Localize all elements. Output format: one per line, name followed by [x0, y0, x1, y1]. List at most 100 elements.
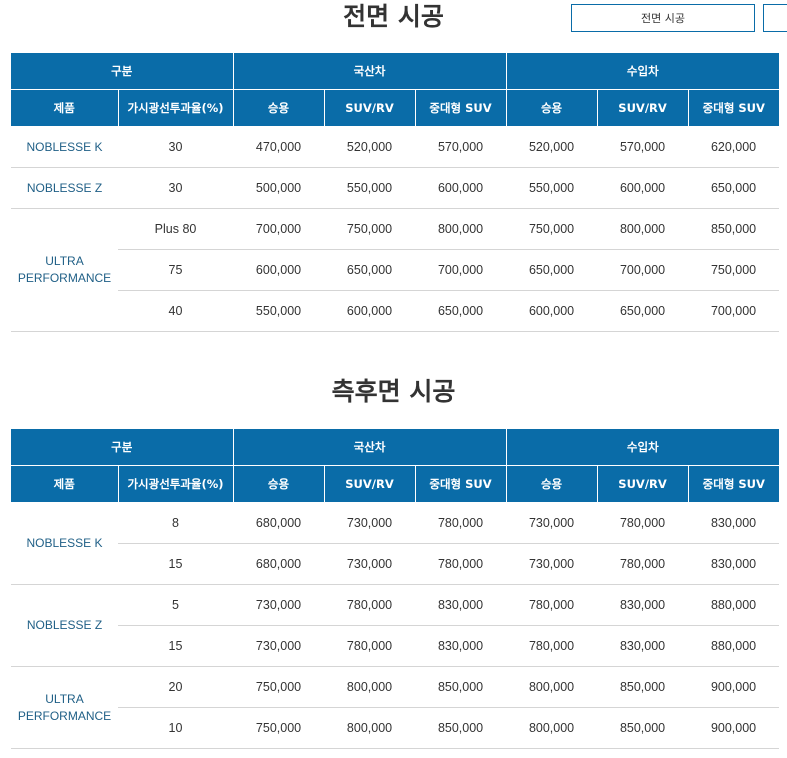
header-domestic-sedan: 승용 [232, 89, 325, 127]
price-cell: 570,000 [597, 126, 689, 168]
price-cell: 780,000 [324, 584, 416, 626]
header-vlt: 가시광선투과율(%) [117, 465, 234, 503]
product-name-cell: NOBLESSE Z [11, 584, 118, 667]
price-cell: 900,000 [688, 666, 780, 708]
header-domestic: 국산차 [232, 429, 507, 466]
header-imported-large-suv: 중대형 SUV [687, 465, 780, 503]
header-domestic-suvrv: SUV/RV [323, 89, 416, 127]
price-cell: 550,000 [506, 167, 598, 209]
header-domestic-suvrv: SUV/RV [323, 465, 416, 503]
price-cell: 780,000 [506, 584, 598, 626]
header-product: 제품 [11, 465, 118, 503]
header-domestic-large-suv: 중대형 SUV [414, 89, 507, 127]
price-cell: 850,000 [415, 707, 507, 749]
price-cell: 520,000 [506, 126, 598, 168]
price-cell: 650,000 [324, 249, 416, 291]
price-cell: 730,000 [233, 584, 325, 626]
vlt-cell: 15 [118, 625, 234, 667]
vlt-cell: 5 [118, 584, 234, 626]
vlt-cell: 30 [118, 167, 234, 209]
price-cell: 800,000 [506, 666, 598, 708]
price-cell: 800,000 [506, 707, 598, 749]
table-row: NOBLESSE Z 5 730,000 780,000 830,000 780,000 8… [11, 584, 780, 667]
product-name-cell: NOBLESSE K [11, 502, 118, 585]
table-row: 10 750,000 800,000 850,000 800,000 850,000 900… [11, 707, 780, 749]
vlt-cell: 30 [118, 126, 234, 168]
header-imported-suvrv: SUV/RV [596, 465, 689, 503]
header-domestic: 국산차 [232, 53, 507, 90]
side-rear-section-title: 측후면 시공 [331, 377, 456, 406]
header-imported-suvrv: SUV/RV [596, 89, 689, 127]
header-vlt: 가시광선투과율(%) [117, 89, 234, 127]
price-cell: 650,000 [597, 290, 689, 332]
price-cell: 650,000 [688, 167, 780, 209]
price-cell: 700,000 [597, 249, 689, 291]
vlt-cell: 15 [118, 543, 234, 585]
price-cell: 730,000 [506, 543, 598, 585]
price-cell: 700,000 [415, 249, 507, 291]
header-imported-sedan: 승용 [505, 465, 598, 503]
header-imported: 수입차 [505, 53, 780, 90]
price-cell: 750,000 [233, 707, 325, 749]
table-row: ULTRA PERFORMANCE Plus 80 700,000 750,000 80… [11, 208, 780, 332]
price-cell: 830,000 [688, 543, 780, 585]
price-cell: 800,000 [415, 208, 507, 250]
price-cell: 730,000 [324, 502, 416, 544]
price-cell: 750,000 [233, 666, 325, 708]
price-cell: 800,000 [324, 707, 416, 749]
price-cell: 680,000 [233, 543, 325, 585]
price-cell: 600,000 [233, 249, 325, 291]
price-cell: 830,000 [597, 584, 689, 626]
side-rear-price-table: 구분 국산차 수입차 제품 가시광선투과율(%) 승용 SUV/RV 중대형 S… [11, 429, 780, 749]
vlt-cell: 75 [118, 249, 234, 291]
price-cell: 780,000 [415, 502, 507, 544]
table-row: 75 600,000 650,000 700,000 650,000 700,000 750… [11, 249, 780, 291]
price-cell: 750,000 [506, 208, 598, 250]
price-cell: 880,000 [688, 625, 780, 667]
price-cell: 620,000 [688, 126, 780, 168]
vlt-cell: 10 [118, 707, 234, 749]
price-cell: 700,000 [688, 290, 780, 332]
header-group: 구분 [11, 53, 234, 90]
price-cell: 850,000 [688, 208, 780, 250]
header-group: 구분 [11, 429, 234, 466]
product-name-cell: NOBLESSE K [11, 126, 118, 168]
header-domestic-sedan: 승용 [232, 465, 325, 503]
price-cell: 780,000 [506, 625, 598, 667]
price-cell: 600,000 [506, 290, 598, 332]
price-cell: 730,000 [324, 543, 416, 585]
price-cell: 730,000 [506, 502, 598, 544]
price-cell: 750,000 [324, 208, 416, 250]
header-imported: 수입차 [505, 429, 780, 466]
vlt-cell: 40 [118, 290, 234, 332]
side-rear-tint-tab-button[interactable] [763, 4, 787, 32]
price-cell: 470,000 [233, 126, 325, 168]
header-imported-sedan: 승용 [505, 89, 598, 127]
header-product: 제품 [11, 89, 118, 127]
price-cell: 600,000 [324, 290, 416, 332]
table-row: 15 730,000 780,000 830,000 780,000 830,000 880… [11, 625, 780, 667]
price-cell: 830,000 [415, 584, 507, 626]
price-cell: 830,000 [597, 625, 689, 667]
front-price-table: 구분 국산차 수입차 제품 가시광선투과율(%) 승용 SUV/RV 중대형 S… [11, 53, 780, 332]
price-cell: 650,000 [506, 249, 598, 291]
front-price-table-body: NOBLESSE K 30 470,000 520,000 570,000 520,000… [11, 126, 780, 332]
price-cell: 880,000 [688, 584, 780, 626]
price-cell: 780,000 [597, 543, 689, 585]
price-cell: 680,000 [233, 502, 325, 544]
table-row: 15 680,000 730,000 780,000 730,000 780,000 830… [11, 543, 780, 585]
vlt-cell: Plus 80 [118, 208, 234, 250]
price-cell: 730,000 [233, 625, 325, 667]
product-name-cell: ULTRA PERFORMANCE [11, 666, 118, 749]
price-cell: 550,000 [233, 290, 325, 332]
front-tint-tab-button[interactable]: 전면 시공 [571, 4, 755, 32]
price-cell: 650,000 [415, 290, 507, 332]
price-cell: 780,000 [324, 625, 416, 667]
side-rear-price-table-body: NOBLESSE K 8 680,000 730,000 780,000 730,000 7… [11, 502, 780, 749]
price-cell: 700,000 [233, 208, 325, 250]
price-cell: 550,000 [324, 167, 416, 209]
price-cell: 900,000 [688, 707, 780, 749]
price-cell: 520,000 [324, 126, 416, 168]
vlt-cell: 20 [118, 666, 234, 708]
price-cell: 780,000 [415, 543, 507, 585]
